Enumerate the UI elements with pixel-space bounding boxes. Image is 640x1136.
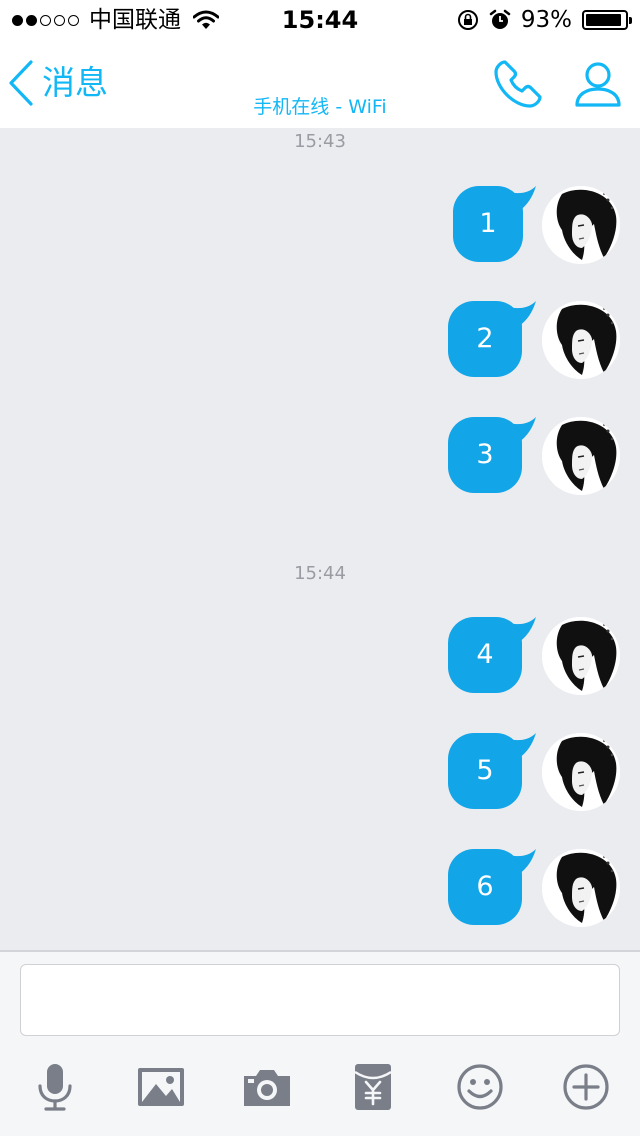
- more-button[interactable]: [561, 1062, 611, 1112]
- image-icon: [138, 1068, 184, 1106]
- avatar-image: [542, 617, 620, 695]
- avatar-image: [542, 186, 620, 264]
- avatar-image: [542, 849, 620, 927]
- battery-percent: 93%: [520, 7, 572, 33]
- input-area: [0, 950, 640, 1136]
- message-row: 2: [0, 301, 640, 381]
- emoji-button[interactable]: [455, 1062, 505, 1112]
- nav-bar: 消息 手机在线 - WiFi: [0, 40, 640, 128]
- avatar[interactable]: [542, 301, 620, 379]
- message-bubble[interactable]: 2: [448, 301, 522, 377]
- message-bubble[interactable]: 1: [453, 186, 523, 262]
- emoji-icon: [457, 1064, 503, 1110]
- call-button[interactable]: [492, 58, 544, 110]
- battery-cap: [629, 17, 632, 24]
- camera-icon: [244, 1070, 290, 1106]
- photo-button[interactable]: [136, 1062, 186, 1112]
- message-row: 3: [0, 417, 640, 497]
- message-row: 6: [0, 849, 640, 929]
- avatar[interactable]: [542, 617, 620, 695]
- red-packet-icon: [354, 1064, 392, 1110]
- plus-icon: [563, 1064, 609, 1110]
- message-row: 5: [0, 733, 640, 813]
- message-bubble[interactable]: 5: [448, 733, 522, 809]
- contact-status: 手机在线 - WiFi: [253, 96, 387, 118]
- orientation-lock-icon: [457, 10, 478, 30]
- microphone-icon: [38, 1064, 72, 1111]
- avatar[interactable]: [542, 417, 620, 495]
- message-bubble[interactable]: 3: [448, 417, 522, 493]
- profile-button[interactable]: [572, 58, 624, 110]
- avatar-image: [542, 301, 620, 379]
- camera-button[interactable]: [242, 1062, 292, 1112]
- chat-timestamp: 15:43: [294, 131, 346, 152]
- message-bubble[interactable]: 6: [448, 849, 522, 925]
- avatar[interactable]: [542, 849, 620, 927]
- battery-level: [586, 14, 622, 26]
- alarm-icon: [489, 9, 511, 29]
- avatar[interactable]: [542, 733, 620, 811]
- voice-button[interactable]: [30, 1062, 80, 1112]
- message-row: 4: [0, 617, 640, 697]
- message-input[interactable]: [20, 964, 620, 1036]
- avatar-image: [542, 417, 620, 495]
- status-bar: 中国联通 15:44 93%: [0, 0, 640, 40]
- message-bubble[interactable]: 4: [448, 617, 522, 693]
- message-row: 1: [0, 186, 640, 266]
- chat-area[interactable]: 15:43 1 2 3 15:44 4 5 6: [0, 128, 640, 950]
- avatar-image: [542, 733, 620, 811]
- phone-icon: [494, 60, 542, 108]
- chat-timestamp: 15:44: [294, 563, 346, 584]
- red-packet-button[interactable]: [348, 1062, 398, 1112]
- profile-icon: [575, 62, 621, 107]
- status-right: 93%: [457, 7, 632, 33]
- avatar[interactable]: [542, 186, 620, 264]
- battery-icon: [582, 10, 632, 30]
